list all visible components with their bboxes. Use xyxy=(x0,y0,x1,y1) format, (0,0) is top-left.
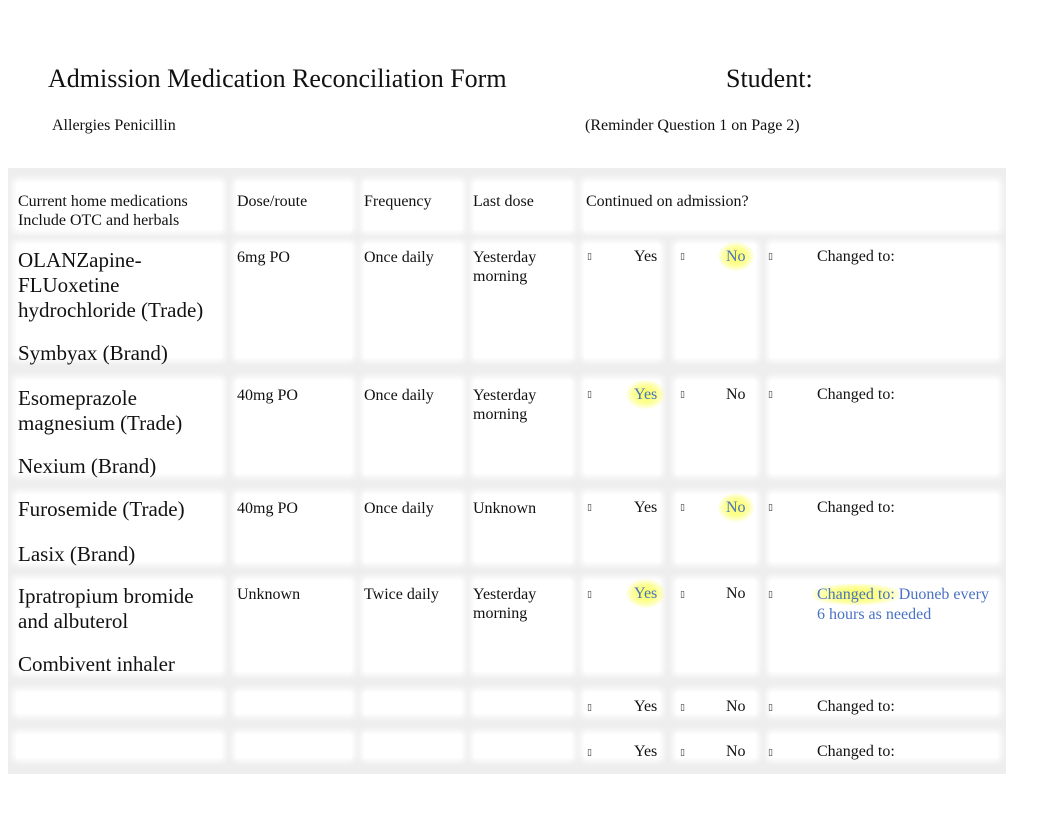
last-dose-line: Yesterday xyxy=(473,249,537,266)
allergies-field: Allergies Penicillin xyxy=(52,117,176,134)
medication-trade-line: and albuterol xyxy=(18,609,129,633)
form-title: Admission Medication Reconciliation Form xyxy=(48,64,507,93)
medication-trade-line: Ipratropium bromide xyxy=(18,584,194,608)
last-dose-line: Yesterday xyxy=(473,586,537,603)
changed-checkbox[interactable]: ▯ xyxy=(768,390,773,400)
medication-brand-name: Lasix (Brand) xyxy=(18,542,136,566)
no-checkbox[interactable]: ▯ xyxy=(680,703,685,713)
no-option[interactable]: No xyxy=(726,585,746,603)
medication-trade-name: Furosemide (Trade) xyxy=(18,497,185,522)
changed-checkbox[interactable]: ▯ xyxy=(768,590,773,600)
changed-to-value: Duoneb every xyxy=(898,586,989,603)
student-label: Student: xyxy=(726,64,813,93)
last-dose-value: Yesterday morning xyxy=(473,386,536,424)
last-dose-line: Yesterday xyxy=(473,387,537,404)
dose-value: 40mg PO xyxy=(237,500,298,517)
no-option[interactable]: No xyxy=(726,386,746,404)
medication-trade-name: OLANZapine- FLUoxetine hydrochloride (Tr… xyxy=(18,248,203,323)
medication-brand-name: Symbyax (Brand) xyxy=(18,341,168,365)
no-option[interactable]: No xyxy=(726,743,746,761)
yes-option-selected[interactable]: Yes xyxy=(626,579,666,608)
medication-trade-line: Esomeprazole xyxy=(18,386,137,410)
yes-option[interactable]: Yes xyxy=(634,698,657,716)
last-dose-line: Unknown xyxy=(473,500,537,517)
changed-checkbox[interactable]: ▯ xyxy=(768,748,773,758)
changed-to-entry[interactable]: Changed to: Duoneb every 6 hours as need… xyxy=(813,584,997,625)
medication-trade-line: hydrochloride (Trade) xyxy=(18,298,204,322)
last-dose-value: Yesterday morning xyxy=(473,248,536,286)
frequency-value: Once daily xyxy=(364,249,434,266)
yes-checkbox[interactable]: ▯ xyxy=(587,590,592,600)
column-header-continued: Continued on admission? xyxy=(586,193,749,210)
no-option[interactable]: No xyxy=(726,698,746,716)
changed-to-label[interactable]: Changed to: xyxy=(817,698,895,716)
yes-option[interactable]: Yes xyxy=(634,499,657,517)
no-checkbox[interactable]: ▯ xyxy=(680,748,685,758)
medication-trade-line: magnesium (Trade) xyxy=(18,411,183,435)
changed-to-label[interactable]: Changed to: xyxy=(817,248,895,266)
column-header-frequency: Frequency xyxy=(364,193,432,210)
last-dose-line: morning xyxy=(473,406,528,423)
yes-checkbox[interactable]: ▯ xyxy=(587,252,592,262)
column-header-dose: Dose/route xyxy=(237,193,308,210)
medication-brand-name: Nexium (Brand) xyxy=(18,454,157,478)
dose-value: 40mg PO xyxy=(237,387,298,404)
changed-checkbox[interactable]: ▯ xyxy=(768,503,773,513)
reminder-note: (Reminder Question 1 on Page 2) xyxy=(585,117,800,134)
last-dose-value: Yesterday morning xyxy=(473,585,536,623)
yes-checkbox[interactable]: ▯ xyxy=(587,748,592,758)
column-header-medications-line1: Current home medications xyxy=(18,193,188,210)
column-header-medications-line2: Include OTC and herbals xyxy=(18,212,180,229)
changed-checkbox[interactable]: ▯ xyxy=(768,703,773,713)
no-option-selected[interactable]: No xyxy=(718,493,754,522)
selected-highlight: Yes xyxy=(626,579,666,608)
changed-to-value: 6 hours as needed xyxy=(817,606,932,623)
medication-brand-name: Combivent inhaler xyxy=(18,652,175,676)
changed-checkbox[interactable]: ▯ xyxy=(768,252,773,262)
medication-trade-name: Ipratropium bromide and albuterol xyxy=(18,584,194,634)
column-header-medications: Current home medications Include OTC and… xyxy=(18,192,188,230)
no-checkbox[interactable]: ▯ xyxy=(680,252,685,262)
no-checkbox[interactable]: ▯ xyxy=(680,503,685,513)
medication-trade-line: OLANZapine- xyxy=(18,248,142,272)
medication-trade-line: FLUoxetine xyxy=(18,273,120,297)
frequency-value: Once daily xyxy=(364,500,434,517)
no-checkbox[interactable]: ▯ xyxy=(680,390,685,400)
yes-option-selected[interactable]: Yes xyxy=(626,380,666,409)
yes-option[interactable]: Yes xyxy=(634,248,657,266)
last-dose-value: Unknown xyxy=(473,499,536,518)
no-checkbox[interactable]: ▯ xyxy=(680,590,685,600)
selected-highlight: Yes xyxy=(626,380,666,409)
changed-to-label[interactable]: Changed to: xyxy=(817,386,895,404)
medication-trade-line: Furosemide (Trade) xyxy=(18,497,185,521)
column-header-last-dose: Last dose xyxy=(473,193,534,210)
changed-to-label-highlighted: Changed to: xyxy=(813,584,899,605)
changed-to-label[interactable]: Changed to: xyxy=(817,499,895,517)
no-option-selected[interactable]: No xyxy=(718,242,754,271)
changed-to-label[interactable]: Changed to: xyxy=(817,743,895,761)
dose-value: Unknown xyxy=(237,586,301,603)
yes-checkbox[interactable]: ▯ xyxy=(587,503,592,513)
selected-highlight: No xyxy=(718,242,754,271)
dose-value: 6mg PO xyxy=(237,249,290,266)
yes-option[interactable]: Yes xyxy=(634,743,657,761)
yes-checkbox[interactable]: ▯ xyxy=(587,390,592,400)
last-dose-line: morning xyxy=(473,605,528,622)
selected-highlight: No xyxy=(718,493,754,522)
medication-trade-name: Esomeprazole magnesium (Trade) xyxy=(18,386,182,436)
frequency-value: Twice daily xyxy=(364,586,439,603)
last-dose-line: morning xyxy=(473,268,528,285)
yes-checkbox[interactable]: ▯ xyxy=(587,703,592,713)
frequency-value: Once daily xyxy=(364,387,434,404)
